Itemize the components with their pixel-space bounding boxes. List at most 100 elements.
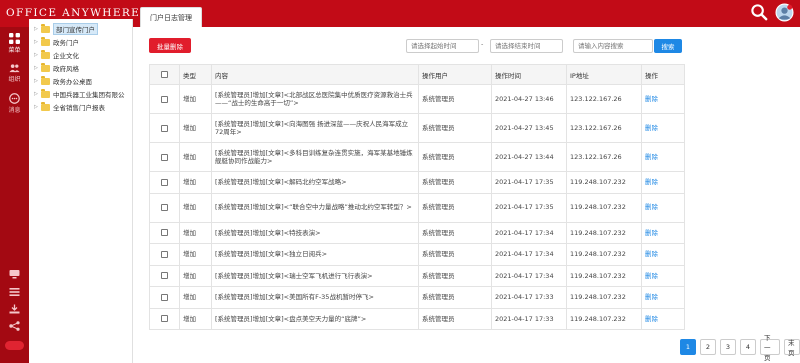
delete-link[interactable]: 删除 [645, 293, 658, 301]
row-select-cell[interactable] [149, 142, 180, 172]
table-body: 增加 [系统管理员]增加[文章]<北部战区总医院集中优质医疗资源救治士兵——“战… [149, 84, 685, 330]
tree-label: 部门宣传门户 [53, 23, 98, 35]
row-checkbox[interactable] [161, 315, 168, 323]
tree-item-culture[interactable]: ▷ 企业文化 [34, 49, 79, 61]
cell-type: 增加 [179, 84, 212, 114]
tree-item-gov-portal[interactable]: ▷ 政务门户 [34, 36, 79, 48]
log-table: 类型 内容 操作用户 操作时间 IP地址 操作 增加 [系统管理员]增加[文章]… [149, 64, 685, 330]
page-1-button[interactable]: 1 [680, 339, 696, 355]
delete-link[interactable]: 删除 [645, 178, 658, 186]
nav-label-message: 消息 [8, 107, 21, 114]
page-4-button[interactable]: 4 [740, 339, 756, 355]
expand-arrow-icon[interactable]: ▷ [34, 78, 41, 84]
delete-link[interactable]: 删除 [645, 250, 658, 258]
logo-text: Office Anywhere [6, 7, 141, 19]
search-button[interactable]: 搜索 [654, 39, 682, 53]
cell-user: 系统管理员 [418, 221, 492, 244]
row-checkbox[interactable] [161, 293, 168, 301]
tree-label: 政府风格 [53, 65, 79, 73]
expand-arrow-icon[interactable]: ▷ [34, 26, 41, 32]
row-checkbox[interactable] [161, 250, 168, 258]
end-time-input[interactable] [490, 39, 563, 53]
cell-type: 增加 [179, 264, 212, 287]
expand-arrow-icon[interactable]: ▷ [34, 91, 41, 97]
folder-icon [41, 88, 50, 98]
cell-time: 2021-04-17 17:34 [491, 221, 567, 244]
cell-user: 系统管理员 [418, 264, 492, 287]
batch-delete-button[interactable]: 批量删除 [149, 38, 191, 53]
cell-content: [系统管理员]增加[文章]<“联合空中力量战略”推动北约空军转型？> [211, 192, 419, 223]
cell-action: 删除 [641, 113, 685, 143]
start-time-input[interactable] [406, 39, 479, 53]
delete-link[interactable]: 删除 [645, 124, 658, 132]
tree-item-gov-desktop[interactable]: ▷ 政务办公桌面 [34, 75, 92, 87]
left-nav: 菜单 组织 消息 [0, 27, 29, 363]
cell-ip: 123.122.167.26 [566, 113, 642, 143]
monitor-icon[interactable] [8, 269, 21, 279]
expand-arrow-icon[interactable]: ▷ [34, 39, 41, 45]
table-row: 增加 [系统管理员]增加[文章]<美国所有F-35战机暂时停飞> 系统管理员 2… [149, 286, 685, 309]
range-dash: - [481, 40, 484, 48]
grid-icon [9, 33, 20, 44]
header-select-all[interactable] [149, 64, 180, 85]
delete-link[interactable]: 删除 [645, 153, 658, 161]
share-icon[interactable] [8, 321, 21, 331]
tree-item-sales-portal[interactable]: ▷ 全省销售门户报表 [34, 101, 105, 113]
cell-user: 系统管理员 [418, 113, 492, 143]
delete-link[interactable]: 删除 [645, 203, 658, 211]
row-checkbox[interactable] [161, 124, 168, 132]
cell-type: 增加 [179, 307, 212, 330]
header-type: 类型 [179, 64, 212, 85]
nav-item-menu[interactable]: 菜单 [0, 33, 29, 54]
row-select-cell[interactable] [149, 84, 180, 114]
row-select-cell[interactable] [149, 221, 180, 244]
app-logo[interactable]: Office Anywhere® [6, 7, 147, 19]
select-all-checkbox[interactable] [161, 71, 168, 78]
tree-item-gov-style[interactable]: ▷ 政府风格 [34, 62, 79, 74]
row-select-cell[interactable] [149, 171, 180, 194]
row-checkbox[interactable] [161, 229, 168, 237]
delete-link[interactable]: 删除 [645, 95, 658, 103]
portal-tree: ▷ 部门宣传门户 ▷ 政务门户 ▷ 企业文化 ▷ 政府风格 ▷ 政务办公桌面 ▷ 中国兵器工… [29, 19, 133, 363]
delete-link[interactable]: 删除 [645, 272, 658, 280]
row-select-cell[interactable] [149, 192, 180, 223]
cell-type: 增加 [179, 192, 212, 223]
tree-item-norinco[interactable]: ▷ 中国兵器工业集团有限公 [34, 88, 125, 100]
row-select-cell[interactable] [149, 307, 180, 330]
tab-portal-log[interactable]: 门户日志管理 [140, 7, 202, 27]
tab-bar: 门户日志管理 [134, 0, 800, 27]
cell-content: [系统管理员]增加[文章]<独立日阅兵> [211, 243, 419, 266]
expand-arrow-icon[interactable]: ▷ [34, 104, 41, 110]
delete-link[interactable]: 删除 [645, 229, 658, 237]
table-row: 增加 [系统管理员]增加[文章]<北部战区总医院集中优质医疗资源救治士兵——“战… [149, 84, 685, 114]
table-row: 增加 [系统管理员]增加[文章]<解码北约空军战略> 系统管理员 2021-04… [149, 171, 685, 194]
delete-link[interactable]: 删除 [645, 315, 658, 323]
download-icon[interactable] [8, 304, 21, 314]
row-checkbox[interactable] [161, 95, 168, 103]
page-2-button[interactable]: 2 [700, 339, 716, 355]
list-icon[interactable] [8, 287, 21, 297]
row-select-cell[interactable] [149, 243, 180, 266]
tree-label: 政务门户 [53, 39, 79, 47]
nav-item-message[interactable]: 消息 [0, 93, 29, 114]
cell-time: 2021-04-17 17:33 [491, 286, 567, 309]
row-checkbox[interactable] [161, 272, 168, 280]
more-pill[interactable] [5, 341, 24, 350]
row-select-cell[interactable] [149, 264, 180, 287]
row-select-cell[interactable] [149, 113, 180, 143]
keyword-search-input[interactable] [573, 39, 653, 53]
table-row: 增加 [系统管理员]增加[文章]<特技表演> 系统管理员 2021-04-17 … [149, 221, 685, 244]
expand-arrow-icon[interactable]: ▷ [34, 52, 41, 58]
page-3-button[interactable]: 3 [720, 339, 736, 355]
row-checkbox[interactable] [161, 178, 168, 186]
cell-time: 2021-04-17 17:33 [491, 307, 567, 330]
next-page-button[interactable]: 下一页 [760, 334, 780, 362]
cell-action: 删除 [641, 264, 685, 287]
expand-arrow-icon[interactable]: ▷ [34, 65, 41, 71]
row-checkbox[interactable] [161, 153, 168, 161]
nav-item-org[interactable]: 组织 [0, 63, 29, 83]
last-page-button[interactable]: 末页 [784, 339, 800, 357]
row-checkbox[interactable] [161, 204, 168, 211]
row-select-cell[interactable] [149, 286, 180, 309]
tree-item-dept-portal[interactable]: ▷ 部门宣传门户 [34, 23, 98, 35]
